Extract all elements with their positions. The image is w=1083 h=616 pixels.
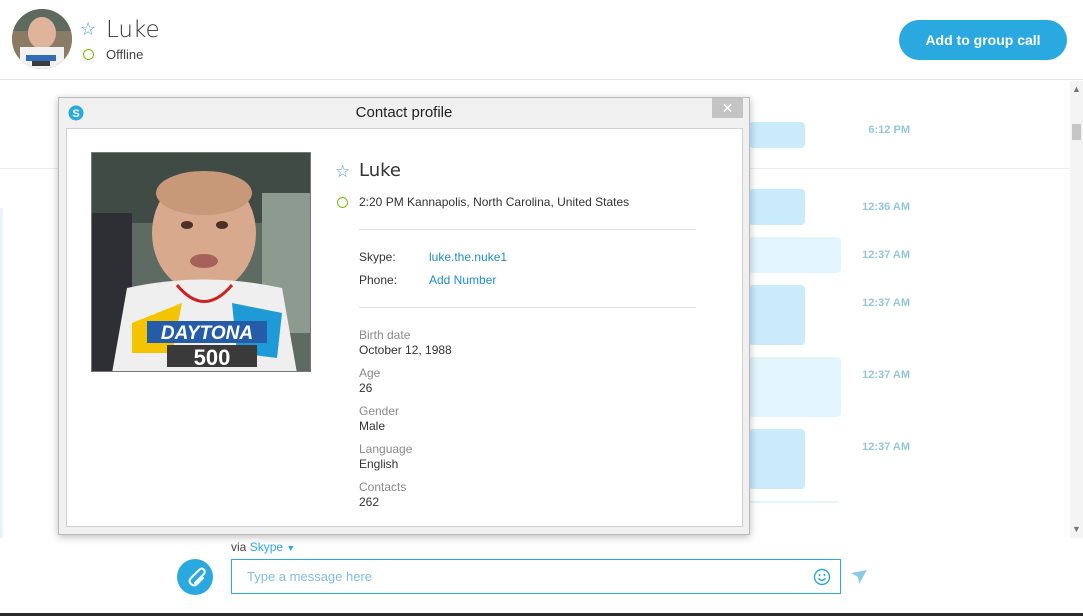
birth-date-value: October 12, 1988 (359, 343, 452, 357)
scroll-up-icon[interactable]: ▲ (1072, 84, 1081, 94)
via-service: via Skype ▼ (231, 540, 295, 554)
favorite-star-icon[interactable]: ☆ (335, 163, 350, 180)
message-bubble[interactable] (749, 285, 805, 345)
contact-profile-dialog: S Contact profile ✕ DAYTONA 500 ☆ Luke 2… (58, 97, 750, 535)
message-time: 12:36 AM (862, 201, 910, 213)
favorite-star-icon[interactable]: ☆ (80, 20, 96, 38)
language-value: English (359, 457, 399, 471)
via-prefix: via (231, 540, 247, 554)
language-label: Language (359, 442, 413, 456)
emoticon-icon[interactable] (813, 568, 831, 586)
skype-label: Skype: (359, 250, 396, 264)
message-input[interactable] (231, 559, 841, 594)
close-button[interactable]: ✕ (712, 98, 743, 118)
gender-label: Gender (359, 404, 400, 418)
svg-text:500: 500 (194, 345, 231, 370)
profile-name: Luke (359, 160, 401, 181)
age-value: 26 (359, 381, 373, 395)
scrollbar[interactable] (1070, 81, 1083, 538)
status-indicator-icon (337, 197, 348, 208)
phone-label: Phone: (359, 273, 398, 287)
skype-id-link[interactable]: luke.the.nuke1 (429, 250, 507, 264)
message-time: 12:37 AM (862, 249, 910, 261)
scrollbar-thumb[interactable] (1072, 124, 1081, 140)
message-bubble[interactable] (749, 429, 805, 489)
attach-file-button[interactable] (177, 559, 213, 595)
profile-photo: DAYTONA 500 (91, 152, 311, 372)
send-icon[interactable] (850, 569, 868, 585)
paperclip-icon (188, 567, 206, 587)
gender-value: Male (359, 419, 386, 433)
add-to-group-call-button[interactable]: Add to group call (899, 20, 1067, 60)
message-time: 12:37 AM (862, 297, 910, 309)
dropdown-caret-icon: ▼ (286, 543, 296, 553)
contact-name: Luke (106, 17, 160, 43)
profile-photo-image: DAYTONA 500 (92, 153, 310, 371)
contact-avatar[interactable] (12, 9, 72, 69)
age-label: Age (359, 366, 381, 380)
message-bubble[interactable] (749, 122, 805, 148)
message-time: 12:37 AM (862, 441, 910, 453)
svg-text:DAYTONA: DAYTONA (161, 323, 253, 344)
message-time: 6:12 PM (868, 124, 910, 136)
scroll-down-icon[interactable]: ▼ (1072, 524, 1081, 534)
profile-body: DAYTONA 500 ☆ Luke 2:20 PM Kannapolis, N… (66, 128, 743, 527)
avatar-image (12, 9, 72, 69)
message-bubble (749, 501, 839, 503)
contacts-value: 262 (359, 495, 380, 509)
contact-status: Offline (106, 47, 144, 62)
status-indicator-icon (83, 49, 94, 60)
contacts-label: Contacts (359, 480, 407, 494)
via-service-label: Skype (249, 540, 284, 554)
dialog-title: Contact profile (355, 104, 453, 121)
left-accent-line (0, 208, 3, 538)
message-bubble[interactable] (749, 237, 841, 273)
birth-date-label: Birth date (359, 328, 411, 342)
via-service-selector[interactable]: Skype ▼ (250, 540, 296, 554)
message-bubble[interactable] (749, 189, 805, 225)
section-divider (359, 307, 696, 308)
message-bubble[interactable] (749, 357, 841, 417)
conversation-header: ☆ Luke Offline Add to group call (0, 0, 1083, 80)
profile-location: 2:20 PM Kannapolis, North Carolina, Unit… (359, 195, 630, 209)
add-number-link[interactable]: Add Number (429, 273, 496, 287)
section-divider (359, 229, 696, 230)
message-time: 12:37 AM (862, 369, 910, 381)
